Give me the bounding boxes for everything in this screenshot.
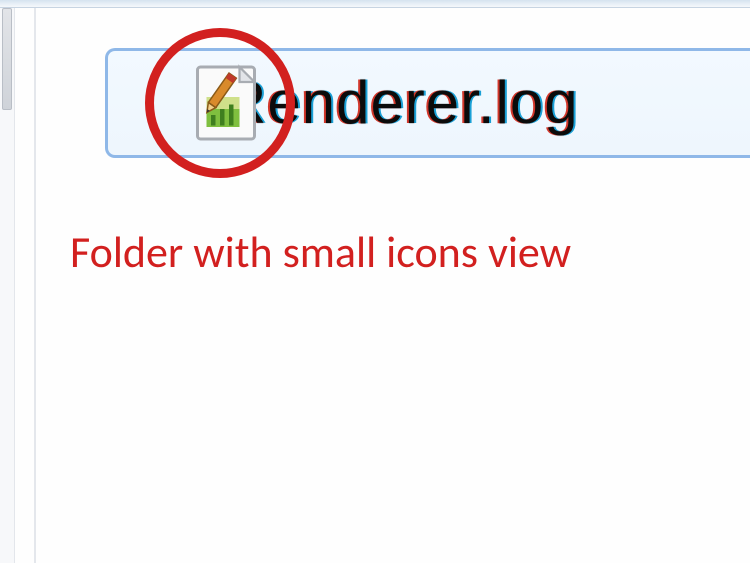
pane-divider — [34, 8, 36, 563]
annotation-caption: Folder with small icons view — [70, 225, 571, 279]
window-top-edge — [0, 0, 750, 8]
file-item-renderer-log[interactable]: Renderer.log — [105, 48, 750, 158]
file-item-label: Renderer.log — [223, 73, 579, 133]
log-file-icon — [193, 64, 259, 142]
vertical-scrollbar[interactable] — [0, 8, 15, 563]
scrollbar-thumb[interactable] — [2, 8, 12, 110]
